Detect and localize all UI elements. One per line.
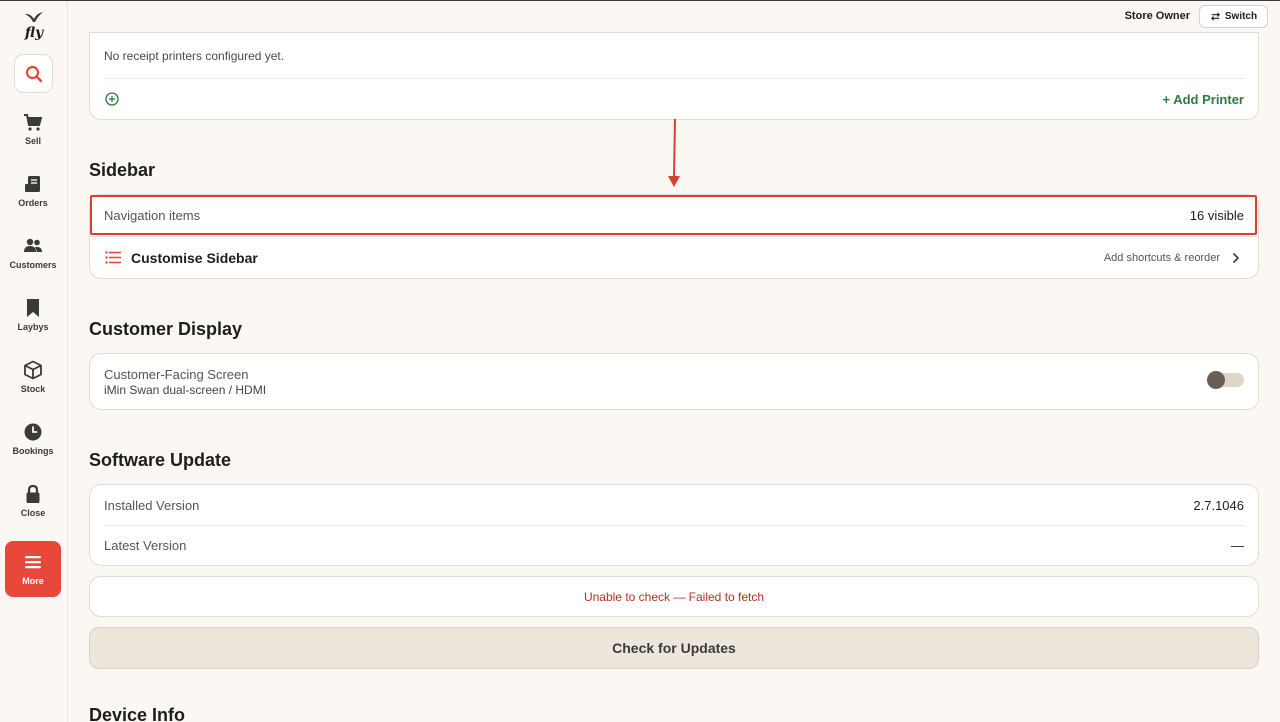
customer-display-card: Customer-Facing Screen iMin Swan dual-sc… <box>89 353 1259 410</box>
bookmark-icon <box>27 299 39 317</box>
nav-label-close: Close <box>20 508 46 518</box>
software-version-card: Installed Version 2.7.1046 Latest Versio… <box>89 484 1259 566</box>
installed-version-label: Installed Version <box>104 498 200 513</box>
customer-screen-subtitle: iMin Swan dual-screen / HDMI <box>104 383 267 397</box>
annotation-highlight-box <box>90 195 1257 235</box>
nav-label-stock: Stock <box>20 384 46 394</box>
people-icon <box>24 238 42 252</box>
toggle-knob <box>1207 371 1225 389</box>
customise-sidebar-row[interactable]: Customise Sidebar Add shortcuts & reorde… <box>90 237 1258 279</box>
nav-item-close[interactable]: Close <box>5 473 61 529</box>
nav-item-more[interactable]: More <box>5 541 61 597</box>
version-divider <box>104 525 1244 526</box>
update-error-card: Unable to check — Failed to fetch <box>89 576 1259 617</box>
nav-label-more: More <box>22 576 44 586</box>
clock-icon <box>24 423 42 441</box>
section-title-device-info: Device Info <box>89 705 186 722</box>
customer-screen-label: Customer-Facing Screen <box>104 367 249 382</box>
customer-screen-toggle[interactable] <box>1207 371 1244 389</box>
installed-version-value: 2.7.1046 <box>1193 498 1244 513</box>
update-error-message: Unable to check — Failed to fetch <box>583 590 765 604</box>
check-for-updates-button[interactable]: Check for Updates <box>89 627 1259 669</box>
customise-sidebar-hint: Add shortcuts & reorder <box>1103 252 1220 264</box>
section-title-software-update: Software Update <box>89 450 232 470</box>
chevron-right-icon <box>1232 252 1240 264</box>
nav-label-laybys: Laybys <box>17 322 49 332</box>
menu-icon <box>25 556 41 569</box>
nav-item-bookings[interactable]: Bookings <box>5 411 61 467</box>
nav-label-bookings: Bookings <box>12 446 54 456</box>
nav-item-customers[interactable]: Customers <box>5 225 61 281</box>
latest-version-label: Latest Version <box>104 538 187 553</box>
list-icon <box>105 251 121 264</box>
nav-label-customers: Customers <box>9 260 57 270</box>
customise-sidebar-label: Customise Sidebar <box>131 250 258 266</box>
latest-version-value: — <box>1231 538 1244 553</box>
lock-icon <box>26 484 40 503</box>
section-title-customer-display: Customer Display <box>89 319 243 339</box>
box-icon <box>24 360 42 380</box>
nav-item-laybys[interactable]: Laybys <box>5 287 61 343</box>
nav-item-stock[interactable]: Stock <box>5 349 61 405</box>
annotation-arrow-icon <box>668 118 680 187</box>
